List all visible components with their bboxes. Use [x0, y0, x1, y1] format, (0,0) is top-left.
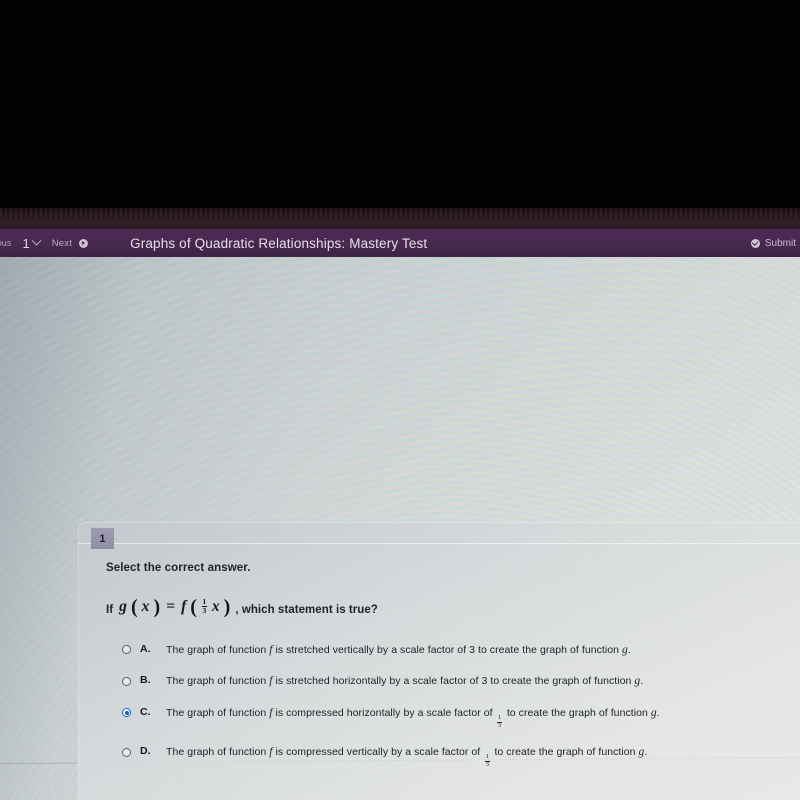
f-open-paren: (	[190, 596, 198, 619]
instruction-text: Select the correct answer.	[106, 562, 251, 574]
g-argument: x	[141, 597, 150, 615]
option-a-pre: The graph of function	[166, 643, 270, 656]
option-b-letter: B.	[140, 674, 151, 687]
option-c[interactable]: C. The graph of function f is compressed…	[122, 706, 796, 730]
chevron-down-icon	[31, 235, 42, 246]
f-argument: x	[211, 597, 220, 615]
check-circle-icon	[750, 238, 760, 248]
fraction-denominator: 3	[202, 605, 207, 615]
option-a-post: .	[627, 643, 631, 656]
submit-label: Submit	[764, 237, 796, 249]
submit-button[interactable]: Submit	[750, 229, 796, 257]
question-lead: If	[106, 603, 114, 616]
option-d-mid2: to create the graph of function	[491, 746, 639, 759]
option-d-post: .	[644, 746, 648, 759]
option-b-text: The graph of function f is stretched hor…	[166, 674, 643, 690]
option-d-mid: is compressed vertically by a scale fact…	[272, 746, 484, 759]
option-c-post: .	[656, 706, 660, 719]
option-b-pre: The graph of function	[166, 675, 270, 688]
circle-arrow-right-icon[interactable]	[79, 238, 89, 248]
question-tail: , which statement is true?	[235, 603, 378, 616]
option-d-pre: The graph of function	[166, 746, 270, 759]
option-c-frac-den: 3	[498, 721, 502, 729]
function-f: f	[181, 597, 187, 615]
equals-sign: =	[166, 597, 176, 615]
g-open-paren: (	[130, 596, 138, 619]
answer-options-list: A. The graph of function f is stretched …	[122, 643, 796, 769]
function-g: g	[119, 597, 127, 615]
app-header: vious 1 Next Graphs of Quadratic Relatio…	[0, 229, 800, 257]
option-a-text: The graph of function f is stretched ver…	[166, 643, 631, 659]
next-nav-button[interactable]: Next	[52, 238, 72, 249]
radio-button-b[interactable]	[122, 676, 131, 686]
header-nav-group: vious 1 Next	[0, 229, 89, 257]
card-header: 1	[78, 522, 800, 549]
option-a-mid: is stretched vertically by a scale facto…	[272, 643, 623, 656]
option-d[interactable]: D. The graph of function f is compressed…	[122, 745, 796, 769]
g-close-paren: )	[153, 596, 161, 619]
monitor-bezel-texture	[0, 208, 800, 218]
option-b-mid: is stretched horizontally by a scale fac…	[272, 675, 635, 688]
option-c-fraction: 13	[497, 714, 503, 730]
option-c-mid: is compressed horizontally by a scale fa…	[272, 706, 496, 719]
question-number-dropdown[interactable]: 1	[21, 235, 52, 251]
option-c-pre: The graph of function	[166, 706, 270, 719]
question-card: 1 Select the correct answer. If g(x) = f…	[78, 522, 800, 800]
monitor-photo: vious 1 Next Graphs of Quadratic Relatio…	[0, 0, 800, 800]
option-b-post: .	[640, 675, 644, 688]
radio-button-d[interactable]	[122, 747, 131, 757]
option-a[interactable]: A. The graph of function f is stretched …	[122, 643, 796, 659]
page-background: 1 Select the correct answer. If g(x) = f…	[0, 257, 800, 800]
previous-button[interactable]: vious	[0, 238, 21, 248]
radio-button-a[interactable]	[122, 645, 131, 655]
option-c-text: The graph of function f is compressed ho…	[166, 706, 660, 730]
question-body: Select the correct answer. If g(x) = f(1…	[78, 544, 800, 800]
option-c-letter: C.	[140, 705, 151, 718]
option-c-mid2: to create the graph of function	[503, 706, 651, 719]
option-d-letter: D.	[140, 745, 151, 758]
question-number-value: 1	[22, 235, 30, 251]
option-d-frac-den: 3	[485, 761, 489, 769]
fraction-one-third: 13	[201, 598, 208, 615]
page-title: Graphs of Quadratic Relationships: Maste…	[130, 235, 428, 251]
f-close-paren: )	[223, 596, 231, 619]
radio-button-c[interactable]	[122, 708, 131, 718]
option-b[interactable]: B. The graph of function f is stretched …	[122, 674, 796, 690]
math-expression: g(x) = f(1 3 x)	[119, 596, 231, 619]
option-d-text: The graph of function f is compressed ve…	[166, 745, 647, 769]
option-a-letter: A.	[140, 642, 151, 655]
option-d-fraction: 13	[484, 754, 490, 769]
question-statement: If g(x) = f(1 3 x) , which statement is tr…	[106, 596, 796, 619]
